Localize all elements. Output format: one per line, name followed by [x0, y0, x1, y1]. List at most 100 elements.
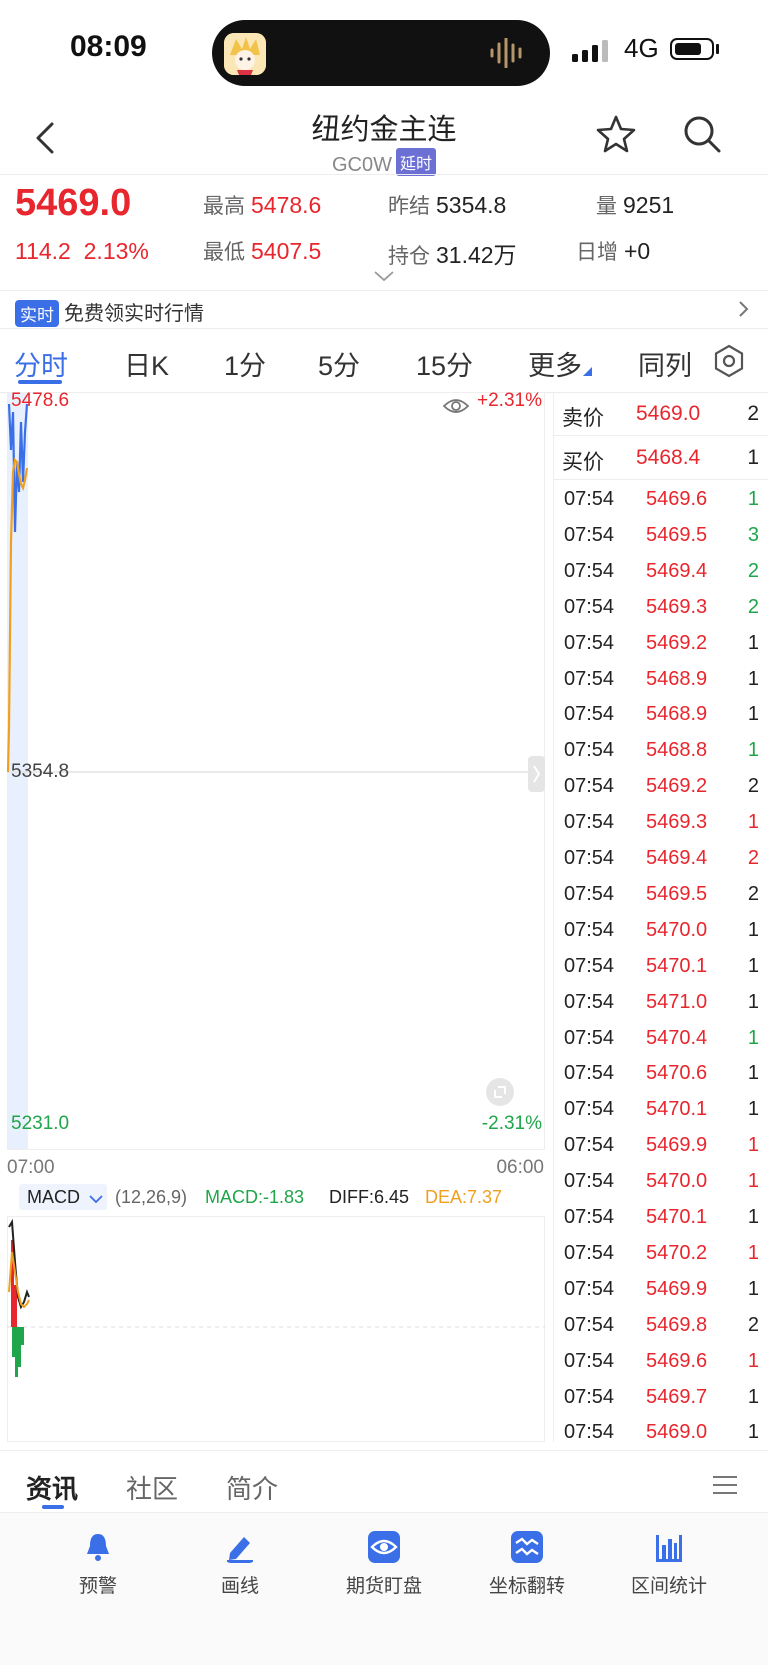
- battery-tip: [716, 44, 719, 54]
- trade-price: 5469.6: [646, 1349, 708, 1372]
- trade-time: 07:54: [564, 703, 615, 726]
- trade-time: 07:54: [564, 631, 615, 654]
- trade-time: 07:54: [564, 1241, 615, 1264]
- bottom-tab-bar: 资讯 社区 简介: [0, 1450, 768, 1512]
- flip-axis-button[interactable]: 坐标翻转: [462, 1531, 592, 1598]
- trade-price: 5470.4: [646, 1026, 708, 1049]
- stat-daily-change: 日增 +0: [576, 236, 650, 266]
- range-stats-button[interactable]: 区间统计: [604, 1531, 734, 1598]
- stat-open-interest: 持仓 31.42万: [388, 236, 517, 270]
- trade-price: 5469.9: [646, 1277, 708, 1300]
- price-chart-frame: [7, 392, 545, 1150]
- trade-price: 5469.0: [646, 1421, 708, 1444]
- contract-code: GC0W: [331, 154, 392, 176]
- favorite-star-icon[interactable]: [596, 114, 636, 154]
- trade-row: 07:54 5470.1 1: [554, 949, 768, 985]
- trade-volume: 3: [747, 523, 759, 546]
- draw-line-button[interactable]: 画线: [175, 1531, 305, 1598]
- trade-price: 5469.2: [646, 631, 708, 654]
- trade-row: 07:54 5469.4 2: [554, 554, 768, 590]
- flip-icon: [511, 1531, 543, 1563]
- trade-price: 5470.1: [646, 1098, 708, 1121]
- expand-chevron-icon[interactable]: [373, 270, 395, 282]
- stat-label: 日增: [576, 241, 618, 264]
- trade-row: 07:54 5469.4 2: [554, 841, 768, 877]
- intraday-chart[interactable]: 5478.6 5354.8 5231.0 +2.31% -2.31% 07:00…: [6, 390, 545, 1442]
- stat-label: 量: [596, 195, 617, 218]
- macd-params: (12,26,9): [115, 1187, 187, 1207]
- tool-label: 区间统计: [630, 1576, 707, 1597]
- trade-price: 5469.4: [646, 847, 708, 869]
- trade-volume: 1: [747, 1026, 759, 1049]
- pen-icon: [227, 1537, 253, 1563]
- trade-time: 07:54: [564, 595, 615, 618]
- tab-news[interactable]: 资讯: [26, 1469, 78, 1506]
- macd-panel-frame: [7, 1216, 545, 1442]
- trade-time: 07:54: [564, 523, 615, 546]
- app-avatar-icon: [224, 33, 266, 75]
- trade-price: 5469.2: [646, 775, 708, 798]
- alert-button[interactable]: 预警: [33, 1531, 163, 1598]
- tab-5min[interactable]: 5分: [318, 344, 360, 383]
- trade-price: 5469.9: [646, 1134, 708, 1157]
- tab-more[interactable]: 更多: [528, 344, 582, 383]
- trade-volume: 2: [747, 559, 759, 582]
- settings-hexagon-icon[interactable]: [712, 344, 746, 378]
- trade-time: 07:54: [564, 811, 615, 834]
- price-change: 114.2 2.13%: [15, 238, 149, 265]
- trade-volume: 1: [747, 1206, 759, 1228]
- tab-15min[interactable]: 15分: [416, 344, 473, 383]
- trade-row: 07:54 5469.6 1: [554, 1344, 768, 1380]
- stat-value: +0: [624, 238, 651, 264]
- tab-intro[interactable]: 简介: [226, 1469, 278, 1506]
- price-mid-label: 5354.8: [11, 761, 69, 782]
- pct-low-label: -2.31%: [482, 1113, 542, 1134]
- fullscreen-icon: [486, 1078, 514, 1106]
- tab-related[interactable]: 同列: [638, 344, 692, 383]
- trade-price: 5469.5: [646, 523, 708, 546]
- trade-panel[interactable]: 卖价 5469.0 2 买价 5468.4 1 07:54 5469.6 1 07:5…: [553, 392, 768, 1444]
- search-icon[interactable]: [682, 114, 722, 154]
- chevron-right-icon[interactable]: [738, 300, 750, 318]
- trade-price: 5469.8: [646, 1313, 708, 1336]
- ask-label: 卖价: [562, 407, 604, 430]
- bar-stats-icon: [656, 1535, 682, 1562]
- trade-time: 07:54: [564, 1385, 615, 1408]
- stat-high: 最高 5478.6: [203, 190, 321, 220]
- trade-time: 07:54: [564, 739, 615, 762]
- ask-row[interactable]: 卖价 5469.0 2: [554, 392, 768, 436]
- menu-icon[interactable]: [712, 1475, 738, 1495]
- trade-time: 07:54: [564, 1349, 615, 1372]
- trade-time: 07:54: [564, 1277, 615, 1300]
- trade-volume: 2: [747, 1313, 759, 1336]
- tab-daily-k[interactable]: 日K: [124, 344, 169, 383]
- macd-selector: MACD: [27, 1187, 80, 1207]
- trade-row: 07:54 5468.9 1: [554, 662, 768, 698]
- trade-time: 07:54: [564, 488, 615, 510]
- trade-volume: 2: [747, 847, 759, 869]
- trade-volume: 1: [747, 1421, 759, 1444]
- bid-row[interactable]: 买价 5468.4 1: [554, 436, 768, 480]
- tab-intraday[interactable]: 分时: [14, 344, 68, 383]
- trade-volume: 1: [747, 1170, 759, 1193]
- trade-volume: 1: [747, 667, 759, 690]
- page-title: 纽约金主连: [311, 114, 457, 146]
- trade-row: 07:54 5468.8 1: [554, 733, 768, 769]
- futures-watch-button[interactable]: 期货盯盘: [319, 1531, 449, 1598]
- stat-value: 5354.8: [436, 192, 507, 218]
- trade-time: 07:54: [564, 1134, 615, 1157]
- realtime-tag: 实时: [15, 300, 59, 327]
- trade-row: 07:54 5470.0 1: [554, 913, 768, 949]
- dynamic-island[interactable]: [212, 20, 550, 86]
- trade-volume: 1: [747, 811, 759, 834]
- trade-row: 07:54 5470.6 1: [554, 1056, 768, 1092]
- chart-svg: 5478.6 5354.8 5231.0 +2.31% -2.31% 07:00…: [6, 390, 545, 1442]
- trade-row: 07:54 5469.5 3: [554, 518, 768, 554]
- tab-1min[interactable]: 1分: [224, 344, 266, 383]
- realtime-banner-link[interactable]: 免费领实时行情: [64, 297, 204, 326]
- bottom-toolbar: 预警 画线 期货盯盘 坐标翻转 区间统计: [0, 1512, 768, 1665]
- trade-volume: 2: [747, 775, 759, 798]
- status-time: 08:09: [70, 30, 147, 63]
- tool-label: 预警: [78, 1576, 117, 1597]
- tab-community[interactable]: 社区: [126, 1469, 178, 1506]
